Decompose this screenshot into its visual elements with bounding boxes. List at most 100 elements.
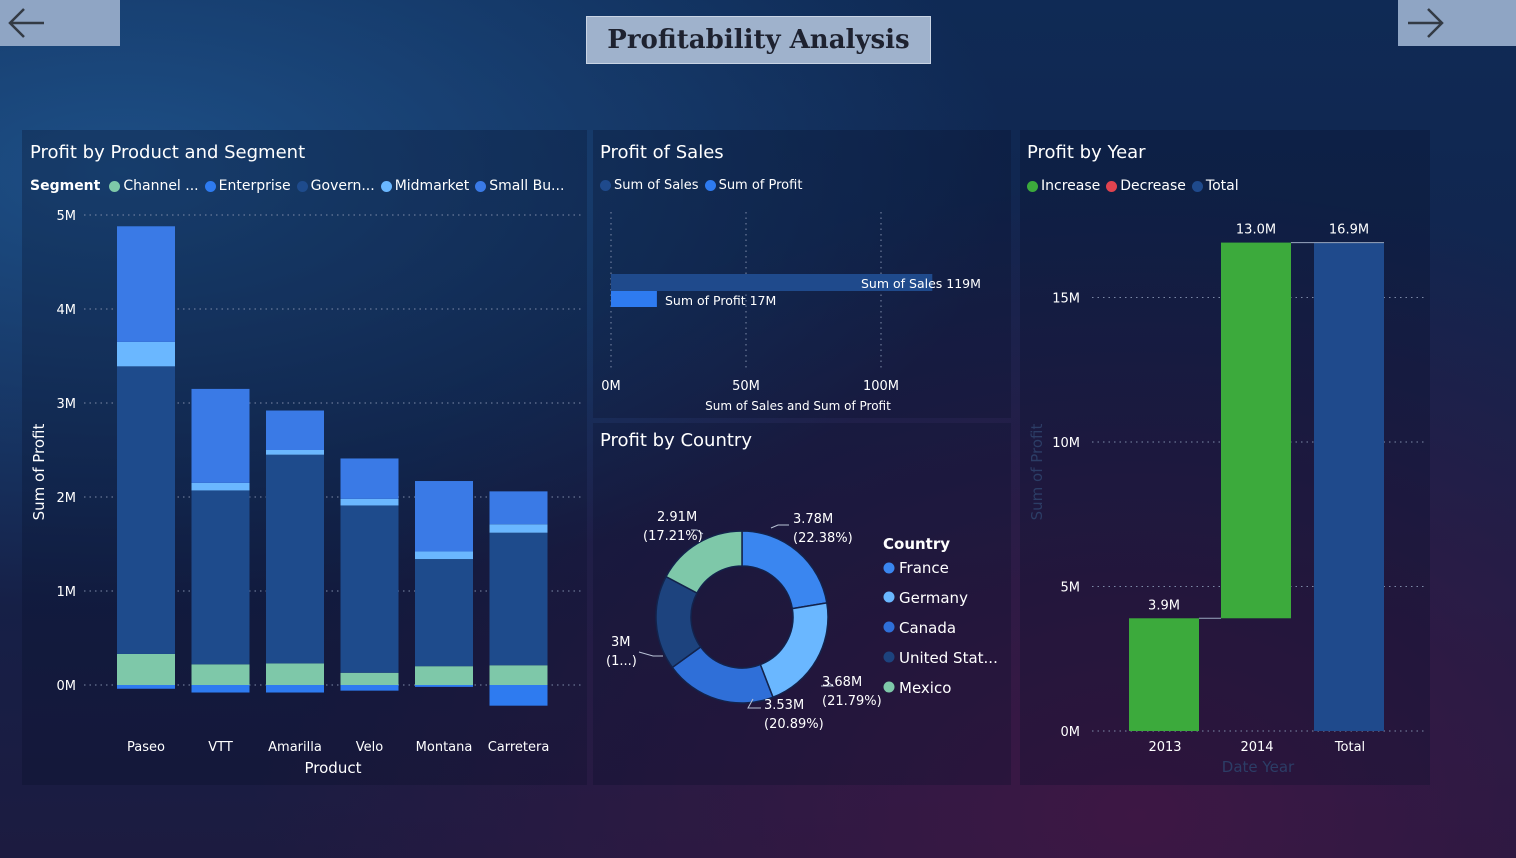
country-label-canada-value: 3.53M [764, 698, 804, 713]
legend-label: Small Bu... [489, 178, 565, 194]
country-label-germany-value: 3.68M [822, 675, 862, 690]
segment-chart: 5M 4M 3M 2M 1M 0M Paseo VTT Amarilla Velo Montana… [30, 209, 582, 777]
y-tick-label: 0M [1061, 725, 1081, 740]
bar-segment [266, 410, 324, 450]
x-tick-label: 2013 [1148, 740, 1181, 755]
sales-bar-label-sales: Sum of Sales 119M [861, 276, 981, 291]
bar-segment [117, 366, 175, 654]
waterfall-bar [1314, 242, 1384, 731]
country-label-mexico-value: 2.91M [657, 510, 697, 525]
country-chart-title: Profit by Country [600, 430, 752, 451]
data-label: 13.0M [1236, 223, 1276, 238]
bar-segment [266, 454, 324, 664]
y-tick-label: 1M [57, 585, 77, 600]
legend-item-channel[interactable]: Channel ... [109, 178, 199, 194]
x-tick-label: 0M [601, 379, 621, 394]
country-label-germany-pct: (21.79%) [822, 694, 882, 709]
bar-segment [489, 491, 548, 525]
back-button[interactable] [0, 0, 120, 46]
sales-x-axis-label: Sum of Sales and Sum of Profit [705, 399, 891, 413]
country-legend: Country France Germany Canada United Sta… [883, 535, 998, 697]
segment-legend-title: Segment [30, 178, 101, 194]
year-legend: Increase Decrease Total [1027, 178, 1245, 194]
legend-item-united-states[interactable]: United Stat... [883, 649, 998, 667]
bar-segment [266, 685, 324, 693]
y-tick-label: 5M [57, 209, 77, 224]
legend-label: Enterprise [218, 178, 291, 194]
legend-item-increase[interactable]: Increase [1027, 178, 1100, 194]
bar-segment [117, 653, 175, 685]
page-title: Profitability Analysis [586, 16, 931, 64]
legend-item-government[interactable]: Govern... [296, 178, 375, 194]
bar-segment [191, 490, 250, 665]
legend-item-decrease[interactable]: Decrease [1106, 178, 1186, 194]
bar-segment [191, 664, 250, 685]
legend-item-midmarket[interactable]: Midmarket [380, 178, 470, 194]
legend-item-total[interactable]: Total [1191, 178, 1239, 194]
sales-chart-title: Profit of Sales [600, 142, 724, 163]
legend-label: Midmarket [394, 178, 470, 194]
legend-label: United Stat... [899, 649, 998, 667]
data-label: 16.9M [1329, 223, 1369, 238]
legend-label: Decrease [1120, 178, 1186, 194]
bar-segment [415, 666, 473, 685]
bar-segment [117, 341, 175, 367]
bar-segment [340, 505, 399, 673]
y-tick-label: 4M [57, 303, 77, 318]
legend-item-mexico[interactable]: Mexico [883, 679, 952, 697]
forward-button[interactable] [1398, 0, 1516, 46]
y-tick-label: 5M [1061, 581, 1081, 596]
data-label: 3.9M [1148, 598, 1180, 613]
x-tick-label: Total [1334, 740, 1365, 755]
legend-item-enterprise[interactable]: Enterprise [204, 178, 291, 194]
country-legend-title: Country [883, 535, 950, 553]
legend-item-sum-of-profit[interactable]: Sum of Profit [704, 178, 802, 193]
legend-item-germany[interactable]: Germany [883, 589, 969, 607]
legend-label: Channel ... [123, 178, 199, 194]
x-tick-label: 2014 [1240, 740, 1273, 755]
bar-segment [117, 685, 175, 689]
y-tick-label: 15M [1052, 292, 1080, 307]
legend-item-sum-of-sales[interactable]: Sum of Sales [600, 178, 699, 193]
x-tick-label: Velo [356, 740, 383, 755]
bar-segment [415, 685, 473, 687]
legend-label: France [899, 559, 949, 577]
arrow-right-icon [1408, 8, 1444, 38]
bar-segment [117, 226, 175, 342]
country-label-mexico-pct: (17.21%) [643, 529, 703, 544]
legend-label: Increase [1041, 178, 1101, 194]
country-label-us-pct: (1...) [606, 654, 637, 669]
sales-chart: 0M 50M 100M Sum of Sales 119M Sum of Profi… [601, 212, 981, 413]
legend-label: Govern... [310, 178, 375, 194]
segment-legend: Segment Channel ... Enterprise Govern...… [30, 178, 570, 194]
x-tick-label: 50M [732, 379, 760, 394]
country-label-france-value: 3.78M [793, 512, 833, 527]
y-tick-label: 10M [1052, 436, 1080, 451]
legend-item-france[interactable]: France [883, 559, 949, 577]
legend-item-canada[interactable]: Canada [883, 619, 957, 637]
x-tick-label: Paseo [127, 740, 165, 755]
x-tick-label: Amarilla [268, 740, 322, 755]
x-tick-label: Carretera [488, 740, 550, 755]
legend-item-small-business[interactable]: Small Bu... [475, 178, 564, 194]
segment-chart-title: Profit by Product and Segment [30, 142, 306, 163]
country-label-us-value: 3M [611, 635, 631, 650]
x-tick-label: VTT [208, 740, 233, 755]
country-label-canada-pct: (20.89%) [764, 717, 824, 732]
bar-segment [266, 450, 324, 455]
bar-segment [415, 481, 473, 552]
x-tick-label: 100M [863, 379, 899, 394]
bar-segment [415, 559, 473, 667]
y-tick-label: 2M [57, 491, 77, 506]
waterfall-bar [1221, 242, 1291, 619]
bar-segment [191, 482, 250, 491]
segment-y-axis-label: Sum of Profit [30, 424, 48, 521]
bar-segment [340, 672, 399, 685]
legend-label: Mexico [899, 679, 951, 697]
waterfall-bar [1129, 618, 1199, 731]
bar-segment [489, 532, 548, 666]
segment-x-axis-label: Product [305, 759, 362, 777]
country-label-france-pct: (22.38%) [793, 531, 853, 546]
bar-segment [340, 685, 399, 691]
legend-label: Sum of Sales [614, 178, 699, 193]
